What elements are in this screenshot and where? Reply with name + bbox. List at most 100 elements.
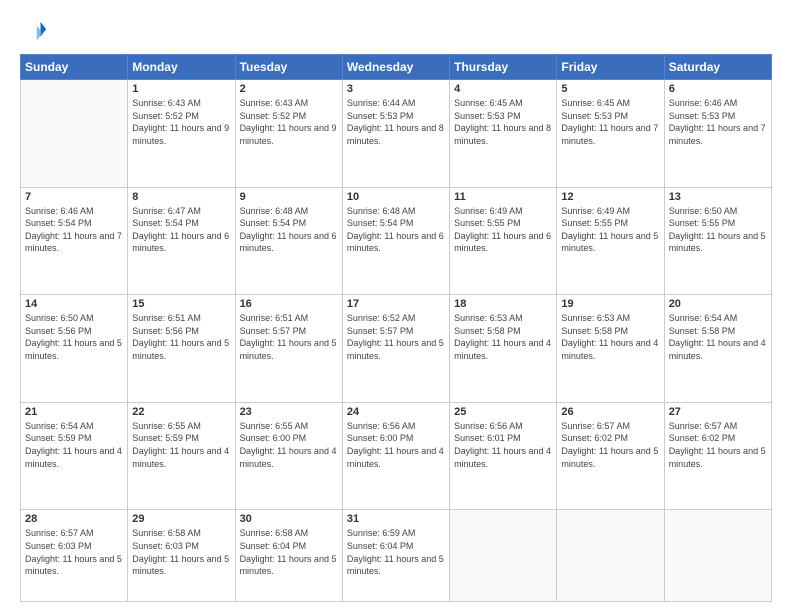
day-info: Sunrise: 6:57 AM Sunset: 6:02 PM Dayligh…: [561, 420, 659, 470]
day-number: 12: [561, 191, 659, 203]
day-number: 18: [454, 298, 552, 310]
header: [20, 18, 772, 46]
week-row-4: 21Sunrise: 6:54 AM Sunset: 5:59 PM Dayli…: [21, 402, 772, 510]
calendar-cell: 13 Sunrise: 6:50 AM Sunset: 5:55 PM Dayli…: [664, 187, 771, 295]
calendar-cell: 26 Sunrise: 6:57 AM Sunset: 6:02 PM Dayli…: [557, 402, 664, 510]
day-info: Sunrise: 6:45 AM Sunset: 5:53 PM Dayligh…: [561, 97, 659, 147]
day-info: Sunrise: 6:46 AM Sunset: 5:54 PM Dayligh…: [25, 205, 123, 255]
calendar-cell: 19 Sunrise: 6:53 AM Sunset: 5:58 PM Dayli…: [557, 295, 664, 403]
day-number: 29: [132, 513, 230, 525]
calendar-cell: 27 Sunrise: 6:57 AM Sunset: 6:02 PM Dayli…: [664, 402, 771, 510]
weekday-header-tuesday: Tuesday: [235, 55, 342, 80]
calendar-cell: 15 Sunrise: 6:51 AM Sunset: 5:56 PM Dayli…: [128, 295, 235, 403]
day-info: Sunrise: 6:54 AM Sunset: 5:58 PM Dayligh…: [669, 312, 767, 362]
calendar-cell: 17 Sunrise: 6:52 AM Sunset: 5:57 PM Dayli…: [342, 295, 449, 403]
day-info: Sunrise: 6:49 AM Sunset: 5:55 PM Dayligh…: [561, 205, 659, 255]
day-info: Sunrise: 6:58 AM Sunset: 6:03 PM Dayligh…: [132, 527, 230, 577]
week-row-5: 28Sunrise: 6:57 AM Sunset: 6:03 PM Dayli…: [21, 510, 772, 602]
day-info: Sunrise: 6:43 AM Sunset: 5:52 PM Dayligh…: [132, 97, 230, 147]
day-number: 10: [347, 191, 445, 203]
day-info: Sunrise: 6:52 AM Sunset: 5:57 PM Dayligh…: [347, 312, 445, 362]
calendar-cell: 31Sunrise: 6:59 AM Sunset: 6:04 PM Dayli…: [342, 510, 449, 602]
weekday-header-saturday: Saturday: [664, 55, 771, 80]
day-info: Sunrise: 6:57 AM Sunset: 6:02 PM Dayligh…: [669, 420, 767, 470]
day-number: 15: [132, 298, 230, 310]
calendar-cell: 1 Sunrise: 6:43 AM Sunset: 5:52 PM Daylig…: [128, 80, 235, 188]
calendar-cell: 18 Sunrise: 6:53 AM Sunset: 5:58 PM Dayli…: [450, 295, 557, 403]
day-info: Sunrise: 6:56 AM Sunset: 6:00 PM Dayligh…: [347, 420, 445, 470]
day-info: Sunrise: 6:58 AM Sunset: 6:04 PM Dayligh…: [240, 527, 338, 577]
page: SundayMondayTuesdayWednesdayThursdayFrid…: [0, 0, 792, 612]
calendar-cell: 9 Sunrise: 6:48 AM Sunset: 5:54 PM Daylig…: [235, 187, 342, 295]
calendar-cell: [450, 510, 557, 602]
calendar-cell: 24 Sunrise: 6:56 AM Sunset: 6:00 PM Dayli…: [342, 402, 449, 510]
calendar-cell: 3 Sunrise: 6:44 AM Sunset: 5:53 PM Daylig…: [342, 80, 449, 188]
calendar-table: SundayMondayTuesdayWednesdayThursdayFrid…: [20, 54, 772, 602]
calendar-cell: [21, 80, 128, 188]
calendar-cell: 29 Sunrise: 6:58 AM Sunset: 6:03 PM Dayli…: [128, 510, 235, 602]
day-number: 17: [347, 298, 445, 310]
day-number: 1: [132, 83, 230, 95]
day-number: 22: [132, 406, 230, 418]
week-row-1: 1 Sunrise: 6:43 AM Sunset: 5:52 PM Daylig…: [21, 80, 772, 188]
calendar-cell: 20 Sunrise: 6:54 AM Sunset: 5:58 PM Dayli…: [664, 295, 771, 403]
logo-icon: [20, 18, 48, 46]
weekday-header-row: SundayMondayTuesdayWednesdayThursdayFrid…: [21, 55, 772, 80]
day-info: Sunrise: 6:53 AM Sunset: 5:58 PM Dayligh…: [454, 312, 552, 362]
calendar-cell: 11 Sunrise: 6:49 AM Sunset: 5:55 PM Dayli…: [450, 187, 557, 295]
day-info: Sunrise: 6:48 AM Sunset: 5:54 PM Dayligh…: [347, 205, 445, 255]
calendar-cell: 2Sunrise: 6:43 AM Sunset: 5:52 PM Daylig…: [235, 80, 342, 188]
day-info: Sunrise: 6:49 AM Sunset: 5:55 PM Dayligh…: [454, 205, 552, 255]
day-number: 19: [561, 298, 659, 310]
day-number: 7: [25, 191, 123, 203]
day-info: Sunrise: 6:48 AM Sunset: 5:54 PM Dayligh…: [240, 205, 338, 255]
day-info: Sunrise: 6:46 AM Sunset: 5:53 PM Dayligh…: [669, 97, 767, 147]
calendar-cell: 21Sunrise: 6:54 AM Sunset: 5:59 PM Dayli…: [21, 402, 128, 510]
day-info: Sunrise: 6:59 AM Sunset: 6:04 PM Dayligh…: [347, 527, 445, 577]
calendar-cell: 28Sunrise: 6:57 AM Sunset: 6:03 PM Dayli…: [21, 510, 128, 602]
day-info: Sunrise: 6:54 AM Sunset: 5:59 PM Dayligh…: [25, 420, 123, 470]
day-number: 11: [454, 191, 552, 203]
day-number: 24: [347, 406, 445, 418]
calendar-cell: 10 Sunrise: 6:48 AM Sunset: 5:54 PM Dayli…: [342, 187, 449, 295]
calendar-cell: 6 Sunrise: 6:46 AM Sunset: 5:53 PM Daylig…: [664, 80, 771, 188]
day-number: 14: [25, 298, 123, 310]
weekday-header-sunday: Sunday: [21, 55, 128, 80]
day-info: Sunrise: 6:50 AM Sunset: 5:55 PM Dayligh…: [669, 205, 767, 255]
week-row-2: 7 Sunrise: 6:46 AM Sunset: 5:54 PM Daylig…: [21, 187, 772, 295]
day-number: 2: [240, 83, 338, 95]
day-number: 13: [669, 191, 767, 203]
day-number: 26: [561, 406, 659, 418]
week-row-3: 14Sunrise: 6:50 AM Sunset: 5:56 PM Dayli…: [21, 295, 772, 403]
day-number: 9: [240, 191, 338, 203]
day-info: Sunrise: 6:55 AM Sunset: 6:00 PM Dayligh…: [240, 420, 338, 470]
day-number: 16: [240, 298, 338, 310]
weekday-header-friday: Friday: [557, 55, 664, 80]
logo: [20, 18, 52, 46]
day-number: 23: [240, 406, 338, 418]
day-number: 20: [669, 298, 767, 310]
day-info: Sunrise: 6:57 AM Sunset: 6:03 PM Dayligh…: [25, 527, 123, 577]
day-info: Sunrise: 6:44 AM Sunset: 5:53 PM Dayligh…: [347, 97, 445, 147]
calendar-cell: 23 Sunrise: 6:55 AM Sunset: 6:00 PM Dayli…: [235, 402, 342, 510]
day-number: 25: [454, 406, 552, 418]
calendar-cell: 22 Sunrise: 6:55 AM Sunset: 5:59 PM Dayli…: [128, 402, 235, 510]
day-info: Sunrise: 6:56 AM Sunset: 6:01 PM Dayligh…: [454, 420, 552, 470]
weekday-header-thursday: Thursday: [450, 55, 557, 80]
day-number: 5: [561, 83, 659, 95]
day-number: 6: [669, 83, 767, 95]
calendar-cell: 5 Sunrise: 6:45 AM Sunset: 5:53 PM Daylig…: [557, 80, 664, 188]
day-number: 27: [669, 406, 767, 418]
weekday-header-wednesday: Wednesday: [342, 55, 449, 80]
calendar-cell: 30 Sunrise: 6:58 AM Sunset: 6:04 PM Dayli…: [235, 510, 342, 602]
calendar-cell: 4Sunrise: 6:45 AM Sunset: 5:53 PM Daylig…: [450, 80, 557, 188]
day-info: Sunrise: 6:51 AM Sunset: 5:56 PM Dayligh…: [132, 312, 230, 362]
calendar-cell: [664, 510, 771, 602]
day-info: Sunrise: 6:55 AM Sunset: 5:59 PM Dayligh…: [132, 420, 230, 470]
day-number: 30: [240, 513, 338, 525]
day-info: Sunrise: 6:51 AM Sunset: 5:57 PM Dayligh…: [240, 312, 338, 362]
day-number: 3: [347, 83, 445, 95]
day-info: Sunrise: 6:53 AM Sunset: 5:58 PM Dayligh…: [561, 312, 659, 362]
day-number: 4: [454, 83, 552, 95]
day-info: Sunrise: 6:47 AM Sunset: 5:54 PM Dayligh…: [132, 205, 230, 255]
